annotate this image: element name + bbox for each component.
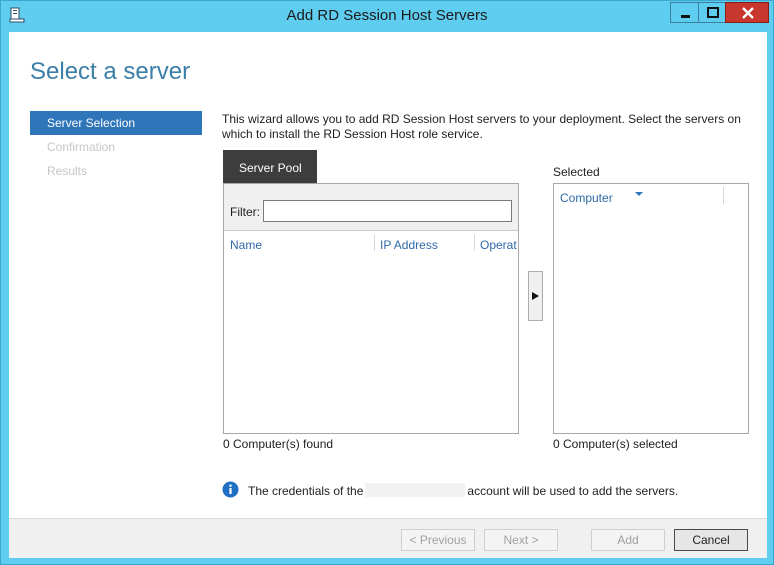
add-button[interactable]: Add [591,529,665,551]
sort-descending-icon [635,186,643,200]
add-to-selected-button[interactable] [528,271,543,321]
wizard-button-bar: < Previous Next > Add Cancel [9,518,767,558]
close-button[interactable] [725,2,769,23]
nav-item-confirmation: Confirmation [47,140,116,154]
column-separator[interactable] [474,234,475,251]
selected-count: 0 Computer(s) selected [553,437,678,451]
previous-button[interactable]: < Previous [401,529,475,551]
intro-line-2: which to install the RD Session Host rol… [222,127,483,141]
intro-line-1: This wizard allows you to add RD Session… [222,112,741,126]
info-icon [222,481,239,498]
tab-server-pool[interactable]: Server Pool [223,150,317,183]
cancel-button[interactable]: Cancel [674,529,748,551]
credentials-info: The credentials of the account will be us… [222,481,762,499]
selected-label: Selected [553,165,600,179]
column-separator[interactable] [374,234,375,251]
maximize-button[interactable] [698,2,726,23]
page-title: Select a server [30,58,191,85]
arrow-right-icon [529,292,542,323]
nav-item-server-selection[interactable]: Server Selection [30,111,202,135]
wizard-window: Add RD Session Host Servers Select a ser… [0,0,774,565]
title-bar[interactable]: Add RD Session Host Servers [1,1,773,32]
filter-input[interactable] [263,200,512,222]
selected-panel: Computer [553,183,749,434]
column-header-computer[interactable]: Computer [560,191,613,205]
column-header-name[interactable]: Name [230,238,262,252]
nav-item-results: Results [47,164,88,178]
server-grid-header: Name IP Address Operat [224,231,518,253]
filter-area: Filter: [224,184,518,231]
credentials-text-before: The credentials of the [248,484,364,498]
redacted-account-name [365,483,466,497]
window-title: Add RD Session Host Servers [286,7,488,24]
server-pool-panel: Filter: Name IP Address Operat [223,183,519,434]
credentials-text-after: account will be used to add the servers. [467,484,679,498]
credentials-text: The credentials of the account will be us… [248,483,678,498]
wizard-body: Select a server Server Selection Confirm… [9,32,767,558]
found-count: 0 Computer(s) found [223,437,334,451]
minimize-button[interactable] [670,2,699,23]
next-button[interactable]: Next > [484,529,558,551]
column-header-operating-system[interactable]: Operat [480,238,517,252]
filter-label: Filter: [230,205,260,219]
column-separator[interactable] [723,187,724,204]
intro-text: This wizard allows you to add RD Session… [222,112,752,142]
wizard-steps: Server Selection Confirmation Results [30,111,202,183]
column-header-ip-address[interactable]: IP Address [380,238,438,252]
